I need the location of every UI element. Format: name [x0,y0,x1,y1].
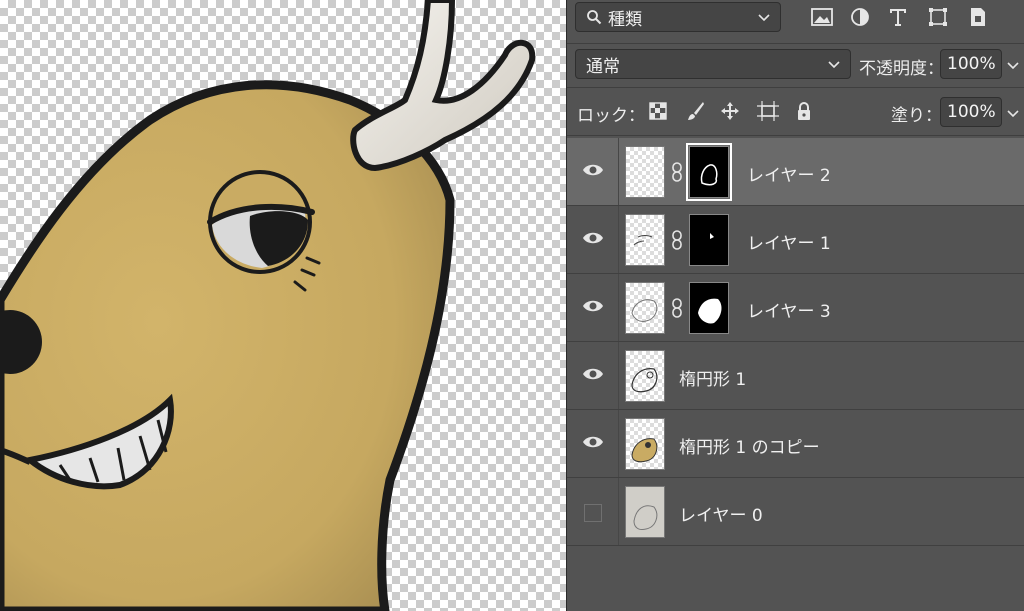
layer-thumbnail[interactable] [625,418,665,470]
layer-thumbnail[interactable] [625,146,665,198]
type-icon[interactable] [885,4,911,30]
lock-transparent-icon[interactable] [645,98,671,124]
layer-thumbnail[interactable] [625,214,665,266]
link-icon[interactable] [671,230,683,250]
layer-mask-thumbnail[interactable] [689,282,729,334]
layer-row[interactable]: 楕円形 1 [567,342,1024,410]
document-canvas[interactable] [0,0,566,611]
visibility-toggle[interactable] [567,138,619,205]
layer-thumbnail[interactable] [625,486,665,538]
blend-row: 通常 不透明度： 100% [567,44,1024,88]
search-icon [587,10,602,25]
lock-artboard-icon[interactable] [755,98,781,124]
link-icon[interactable] [671,298,683,318]
layer-name: 楕円形 1 のコピー [679,438,820,458]
antler [350,0,536,172]
layer-thumbnail[interactable] [625,282,665,334]
fill-label: 塗り： [891,106,942,126]
filter-kind-label: 種類 [608,9,642,30]
opacity-label: 不透明度： [859,59,944,79]
layer-mask-thumbnail[interactable] [689,214,729,266]
eye-icon [583,436,603,448]
chevron-down-icon[interactable] [1007,59,1019,71]
fill-field[interactable]: 100% [940,97,1002,127]
eye-icon [583,164,603,176]
image-icon[interactable] [809,4,835,30]
layer-thumbnail[interactable] [625,350,665,402]
filter-kind-dropdown[interactable]: 種類 [575,2,781,32]
layer-name: レイヤー 0 [679,506,763,526]
visibility-toggle[interactable] [567,342,619,409]
layers-panel: 種類 通常 不透明度： 100% ロック： 塗り： 100% レイヤー 2 レイ… [566,0,1024,611]
eye-icon [583,368,603,380]
lock-all-icon[interactable] [791,98,817,124]
layer-row[interactable]: レイヤー 2 [567,138,1024,206]
layer-mask-thumbnail[interactable] [686,143,732,201]
layer-name: 楕円形 1 [679,370,747,390]
shape-icon[interactable] [925,4,951,30]
blend-mode-dropdown[interactable]: 通常 [575,49,851,79]
lock-paint-icon[interactable] [683,98,709,124]
chevron-down-icon [758,14,770,22]
eye-icon [583,300,603,312]
chevron-down-icon [828,61,840,69]
layer-name: レイヤー 1 [747,234,831,254]
layer-row[interactable]: レイヤー 0 [567,478,1024,546]
opacity-field[interactable]: 100% [940,49,1002,79]
link-icon[interactable] [671,162,683,182]
deer-illustration [0,0,536,611]
lock-row: ロック： 塗り： 100% [567,88,1024,136]
layer-row[interactable]: レイヤー 1 [567,206,1024,274]
layer-row[interactable]: レイヤー 3 [567,274,1024,342]
layer-name: レイヤー 3 [747,302,831,322]
eye-icon [583,232,603,244]
filter-row: 種類 [567,0,1024,44]
adjustment-icon[interactable] [847,4,873,30]
smart-object-icon[interactable] [965,4,991,30]
opacity-value: 100% [947,54,996,74]
visibility-off-box [584,504,602,522]
visibility-toggle[interactable] [567,478,619,545]
layer-row[interactable]: 楕円形 1 のコピー [567,410,1024,478]
visibility-toggle[interactable] [567,274,619,341]
lock-label: ロック： [577,106,645,126]
fill-value: 100% [947,102,996,122]
blend-mode-label: 通常 [586,56,620,77]
chevron-down-icon[interactable] [1007,107,1019,119]
visibility-toggle[interactable] [567,410,619,477]
visibility-toggle[interactable] [567,206,619,273]
lock-move-icon[interactable] [717,98,743,124]
layer-name: レイヤー 2 [747,166,831,186]
